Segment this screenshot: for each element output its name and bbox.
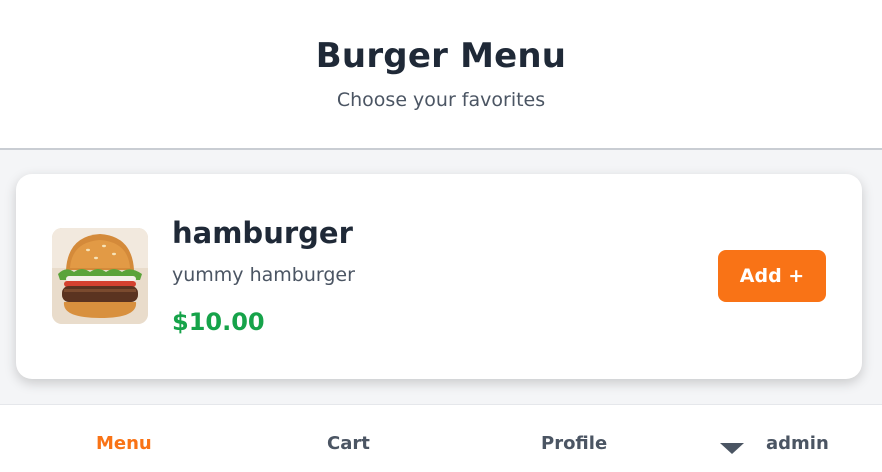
hamburger-photo-icon — [52, 228, 148, 324]
item-name: hamburger — [172, 216, 353, 250]
page-title: Burger Menu — [315, 36, 567, 76]
nav-item-profile[interactable]: Profile — [541, 433, 607, 454]
item-description: yummy hamburger — [172, 264, 355, 286]
caret-down-icon — [720, 443, 744, 454]
app-root: Burger Menu Choose your favorites hambur… — [0, 0, 882, 472]
bottom-nav: Menu Cart Profile admin — [0, 404, 882, 472]
hamburger-image — [52, 228, 148, 324]
menu-item-card: hamburger yummy hamburger $10.00 Add + — [16, 174, 862, 379]
user-name: admin — [766, 433, 829, 454]
page-subtitle: Choose your favorites — [336, 89, 546, 111]
item-price: $10.00 — [172, 308, 265, 336]
page-header: Burger Menu Choose your favorites — [0, 0, 882, 150]
add-to-cart-button[interactable]: Add + — [718, 250, 826, 302]
menu-list: hamburger yummy hamburger $10.00 Add + — [0, 150, 882, 404]
nav-item-cart[interactable]: Cart — [327, 433, 370, 454]
nav-item-menu[interactable]: Menu — [96, 433, 152, 454]
